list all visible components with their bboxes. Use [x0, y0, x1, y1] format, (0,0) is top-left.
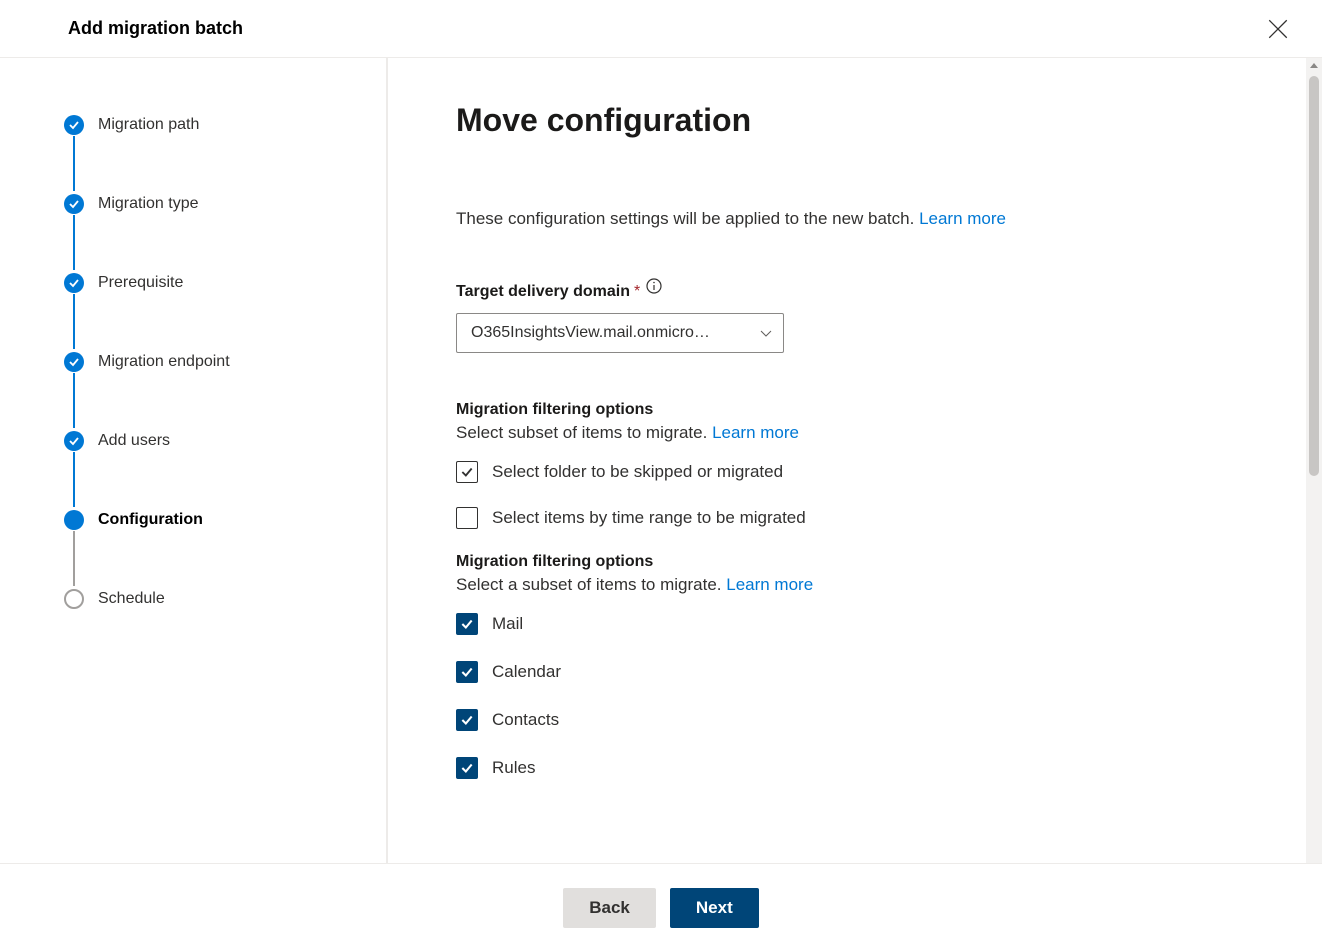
step-connector	[73, 136, 75, 191]
filter2-desc-text: Select a subset of items to migrate.	[456, 575, 726, 594]
dropdown-value: O365InsightsView.mail.onmicro…	[471, 324, 759, 342]
required-asterisk: *	[634, 283, 640, 301]
step-schedule[interactable]: Schedule	[64, 588, 386, 610]
chevron-down-icon	[759, 326, 773, 340]
step-pending-icon	[64, 589, 84, 609]
checkbox-label: Select items by time range to be migrate…	[492, 508, 806, 528]
step-connector	[73, 452, 75, 507]
step-label: Prerequisite	[98, 274, 183, 292]
filter-section2-desc: Select a subset of items to migrate. Lea…	[456, 575, 1216, 595]
step-migration-type[interactable]: Migration type	[64, 193, 386, 215]
step-prerequisite[interactable]: Prerequisite	[64, 272, 386, 294]
checkbox-mail[interactable]	[456, 613, 478, 635]
step-completed-icon	[64, 194, 84, 214]
scrollbar-up-icon	[1310, 63, 1318, 68]
checkbox-row-folder: Select folder to be skipped or migrated	[456, 461, 1216, 483]
step-completed-icon	[64, 115, 84, 135]
step-connector	[73, 531, 75, 586]
scrollbar[interactable]	[1306, 58, 1322, 863]
checkbox-calendar[interactable]	[456, 661, 478, 683]
info-icon[interactable]	[646, 278, 662, 294]
step-add-users[interactable]: Add users	[64, 430, 386, 452]
step-connector	[73, 215, 75, 270]
filter-section-title: Migration filtering options	[456, 401, 1216, 419]
target-domain-label: Target delivery domain *	[456, 283, 1216, 301]
checkbox-label: Mail	[492, 614, 523, 634]
learn-more-link[interactable]: Learn more	[712, 423, 799, 442]
checkbox-select-folder[interactable]	[456, 461, 478, 483]
step-completed-icon	[64, 273, 84, 293]
learn-more-link[interactable]: Learn more	[726, 575, 813, 594]
close-button[interactable]	[1262, 13, 1294, 45]
close-icon	[1268, 19, 1288, 39]
page-title: Add migration batch	[68, 18, 243, 39]
step-label: Add users	[98, 432, 170, 450]
step-connector	[73, 373, 75, 428]
step-current-icon	[64, 510, 84, 530]
filter-section2-title: Migration filtering options	[456, 553, 1216, 571]
step-label: Migration endpoint	[98, 353, 230, 371]
checkbox-label: Contacts	[492, 710, 559, 730]
step-label: Configuration	[98, 511, 203, 529]
step-connector	[73, 294, 75, 349]
filter-desc-text: Select subset of items to migrate.	[456, 423, 712, 442]
filter-row-mail: Mail	[456, 613, 1216, 635]
step-configuration[interactable]: Configuration	[64, 509, 386, 531]
scrollbar-thumb[interactable]	[1309, 76, 1319, 476]
step-migration-endpoint[interactable]: Migration endpoint	[64, 351, 386, 373]
back-button[interactable]: Back	[563, 888, 656, 928]
checkbox-select-timerange[interactable]	[456, 507, 478, 529]
next-button[interactable]: Next	[670, 888, 759, 928]
wizard-steps-sidebar: Migration path Migration type Prerequisi…	[0, 58, 388, 863]
step-label: Schedule	[98, 590, 165, 608]
step-migration-path[interactable]: Migration path	[64, 114, 386, 136]
filter-row-calendar: Calendar	[456, 661, 1216, 683]
step-label: Migration path	[98, 116, 199, 134]
page-header: Add migration batch	[0, 0, 1322, 58]
checkbox-contacts[interactable]	[456, 709, 478, 731]
filter-row-contacts: Contacts	[456, 709, 1216, 731]
step-label: Migration type	[98, 195, 199, 213]
content-heading: Move configuration	[456, 102, 1216, 139]
intro-text: These configuration settings will be app…	[456, 209, 1216, 229]
filter-row-rules: Rules	[456, 757, 1216, 779]
step-completed-icon	[64, 352, 84, 372]
learn-more-link[interactable]: Learn more	[919, 209, 1006, 228]
wizard-footer: Back Next	[0, 863, 1322, 951]
checkbox-rules[interactable]	[456, 757, 478, 779]
checkbox-row-timerange: Select items by time range to be migrate…	[456, 507, 1216, 529]
intro-text-span: These configuration settings will be app…	[456, 209, 919, 228]
filter-section-desc: Select subset of items to migrate. Learn…	[456, 423, 1216, 443]
target-domain-text: Target delivery domain	[456, 283, 630, 301]
checkbox-label: Rules	[492, 758, 535, 778]
main-content: Move configuration These configuration s…	[388, 58, 1322, 863]
target-domain-dropdown[interactable]: O365InsightsView.mail.onmicro…	[456, 313, 784, 353]
checkbox-label: Select folder to be skipped or migrated	[492, 462, 783, 482]
step-completed-icon	[64, 431, 84, 451]
checkbox-label: Calendar	[492, 662, 561, 682]
